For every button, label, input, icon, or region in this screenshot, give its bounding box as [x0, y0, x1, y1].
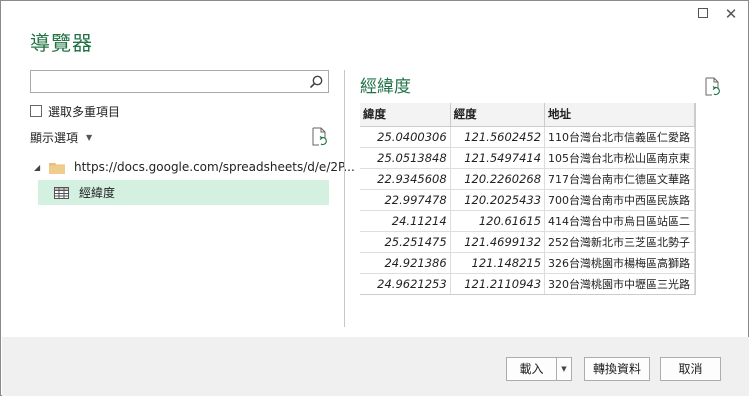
pane-divider[interactable] — [344, 70, 345, 327]
refresh-icon[interactable] — [310, 127, 328, 147]
close-button[interactable]: ✕ — [721, 5, 741, 23]
table-cell: 24.9621253 — [360, 273, 451, 294]
cancel-button[interactable]: 取消 — [660, 357, 721, 381]
preview-table: 緯度 經度 地址 25.0400306 121.5602452 110台灣台北市… — [360, 103, 696, 295]
multi-select-label: 選取多重項目 — [48, 104, 121, 119]
tree-item-table[interactable]: 經緯度 — [38, 180, 329, 205]
table-cell: 121.2110943 — [450, 273, 546, 294]
table-cell: 24.11214 — [360, 210, 451, 232]
load-button[interactable]: 載入 — [506, 357, 556, 381]
table-header-row: 緯度 經度 地址 — [360, 103, 695, 127]
tree-item-label: 經緯度 — [79, 186, 116, 200]
table-row: 25.0400306 121.5602452 110台灣台北市信義區仁愛路 — [360, 126, 695, 148]
folder-icon — [49, 162, 65, 174]
table-cell: 700台灣台南市中西區民族路 — [544, 189, 695, 211]
chevron-down-icon: ▼ — [86, 133, 93, 142]
table-cell: 105台灣台北市松山區南京東 — [544, 147, 695, 169]
multi-select-option[interactable]: 選取多重項目 — [30, 103, 120, 119]
preview-title: 經緯度 — [360, 77, 411, 97]
table-row: 22.997478 120.2025433 700台灣台南市中西區民族路 — [360, 189, 695, 211]
table-cell: 121.5602452 — [450, 126, 546, 148]
load-dropdown-button[interactable]: ▼ — [556, 357, 572, 381]
table-cell: 25.0513848 — [360, 147, 451, 169]
table-cell: 120.2260268 — [450, 168, 546, 190]
table-row: 24.9621253 121.2110943 320台灣桃園市中壢區三光路 — [360, 273, 695, 294]
table-row: 24.921386 121.148215 326台灣桃園市楊梅區高獅路 — [360, 252, 695, 274]
table-row: 22.9345608 120.2260268 717台灣台南市仁德區文華路 — [360, 168, 695, 190]
table-cell: 25.0400306 — [360, 126, 451, 148]
column-header[interactable]: 地址 — [544, 103, 695, 127]
table-cell: 252台灣新北市三芝區北勢子 — [544, 231, 695, 253]
dialog-title: 導覽器 — [30, 31, 93, 55]
display-options-label: 顯示選項 — [30, 131, 79, 145]
table-row: 25.0513848 121.5497414 105台灣台北市松山區南京東 — [360, 147, 695, 169]
table-cell: 120.2025433 — [450, 189, 546, 211]
table-cell: 25.251475 — [360, 231, 451, 253]
table-cell: 326台灣桃園市楊梅區高獅路 — [544, 252, 695, 274]
search-box — [30, 70, 329, 93]
table-cell: 121.148215 — [450, 252, 546, 274]
table-cell: 717台灣台南市仁德區文華路 — [544, 168, 695, 190]
transform-data-button[interactable]: 轉換資料 — [584, 357, 650, 381]
collapse-arrow-icon[interactable]: ◢ — [34, 163, 44, 172]
table-row: 25.251475 121.4699132 252台灣新北市三芝區北勢子 — [360, 231, 695, 253]
table-cell: 22.9345608 — [360, 168, 451, 190]
column-header[interactable]: 緯度 — [360, 103, 451, 127]
table-cell: 121.4699132 — [450, 231, 546, 253]
refresh-icon[interactable] — [703, 77, 721, 97]
search-icon[interactable] — [308, 74, 324, 90]
maximize-icon — [698, 8, 708, 18]
tree-root-source[interactable]: ◢ https://docs.google.com/spreadsheets/d… — [34, 157, 355, 177]
table-cell: 120.61615 — [450, 210, 546, 232]
tree-root-label: https://docs.google.com/spreadsheets/d/e… — [74, 160, 355, 174]
table-cell: 414台灣台中市烏日區站區二 — [544, 210, 695, 232]
maximize-button[interactable] — [693, 5, 713, 23]
column-header[interactable]: 經度 — [450, 103, 546, 127]
multi-select-checkbox[interactable] — [30, 105, 42, 117]
table-row: 24.11214 120.61615 414台灣台中市烏日區站區二 — [360, 210, 695, 232]
table-cell: 22.997478 — [360, 189, 451, 211]
table-cell: 24.921386 — [360, 252, 451, 274]
display-options-dropdown[interactable]: 顯示選項 ▼ — [30, 129, 92, 146]
table-cell: 110台灣台北市信義區仁愛路 — [544, 126, 695, 148]
table-cell: 121.5497414 — [450, 147, 546, 169]
table-icon — [54, 186, 69, 199]
table-cell: 320台灣桃園市中壢區三光路 — [544, 273, 695, 294]
navigator-dialog: 導覽器 ✕ 選取多重項目 顯示選項 ▼ ◢ https://docs.googl… — [0, 0, 749, 396]
search-input[interactable] — [31, 71, 301, 92]
